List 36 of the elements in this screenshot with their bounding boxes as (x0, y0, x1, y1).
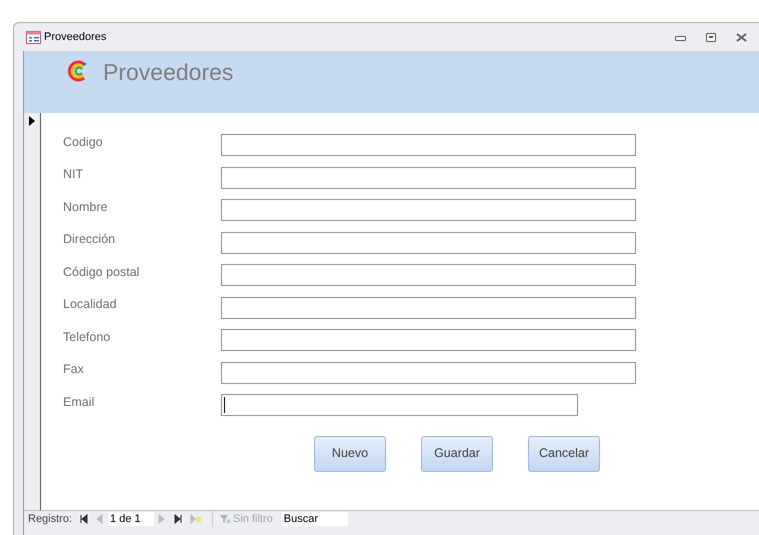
field-label: Dirección (63, 231, 116, 248)
form-button[interactable]: Guardar (421, 436, 493, 472)
search-field[interactable]: Buscar (280, 512, 348, 526)
minimize-icon[interactable] (675, 36, 686, 42)
close-icon[interactable] (736, 32, 747, 42)
input-field[interactable] (221, 264, 636, 286)
input-field[interactable] (221, 296, 636, 319)
field-label: Código postal (63, 264, 140, 281)
field-label: Localidad (63, 296, 118, 314)
form-button[interactable]: Nuevo (314, 436, 386, 472)
input-field[interactable] (221, 362, 636, 384)
current-record-icon (29, 116, 35, 126)
form-title: Proveedores (103, 58, 234, 87)
input-field[interactable] (221, 134, 636, 156)
field-label: Nombre (63, 198, 108, 216)
field-label: Telefono (63, 328, 112, 346)
form-button[interactable]: Cancelar (528, 436, 600, 472)
input-field[interactable] (221, 232, 636, 254)
field-label: NIT (63, 166, 84, 184)
logo-icon (68, 59, 88, 83)
field-label: Email (63, 394, 96, 411)
form-icon (26, 30, 41, 44)
window-title: Proveedores (44, 30, 106, 45)
record-selector[interactable] (24, 113, 41, 510)
input-field[interactable] (221, 199, 636, 222)
funnel-icon (219, 514, 232, 524)
first-record-icon[interactable] (80, 514, 88, 524)
restore-icon[interactable] (706, 32, 716, 42)
input-field[interactable] (221, 394, 578, 416)
field-label: Codigo (63, 134, 104, 151)
field-label: Fax (63, 361, 85, 378)
last-record-icon[interactable] (174, 514, 182, 524)
input-field[interactable] (221, 329, 636, 352)
record-label: Registro: (28, 512, 72, 527)
input-field[interactable] (221, 166, 636, 189)
record-number-field[interactable]: 1 de 1 (108, 512, 154, 526)
